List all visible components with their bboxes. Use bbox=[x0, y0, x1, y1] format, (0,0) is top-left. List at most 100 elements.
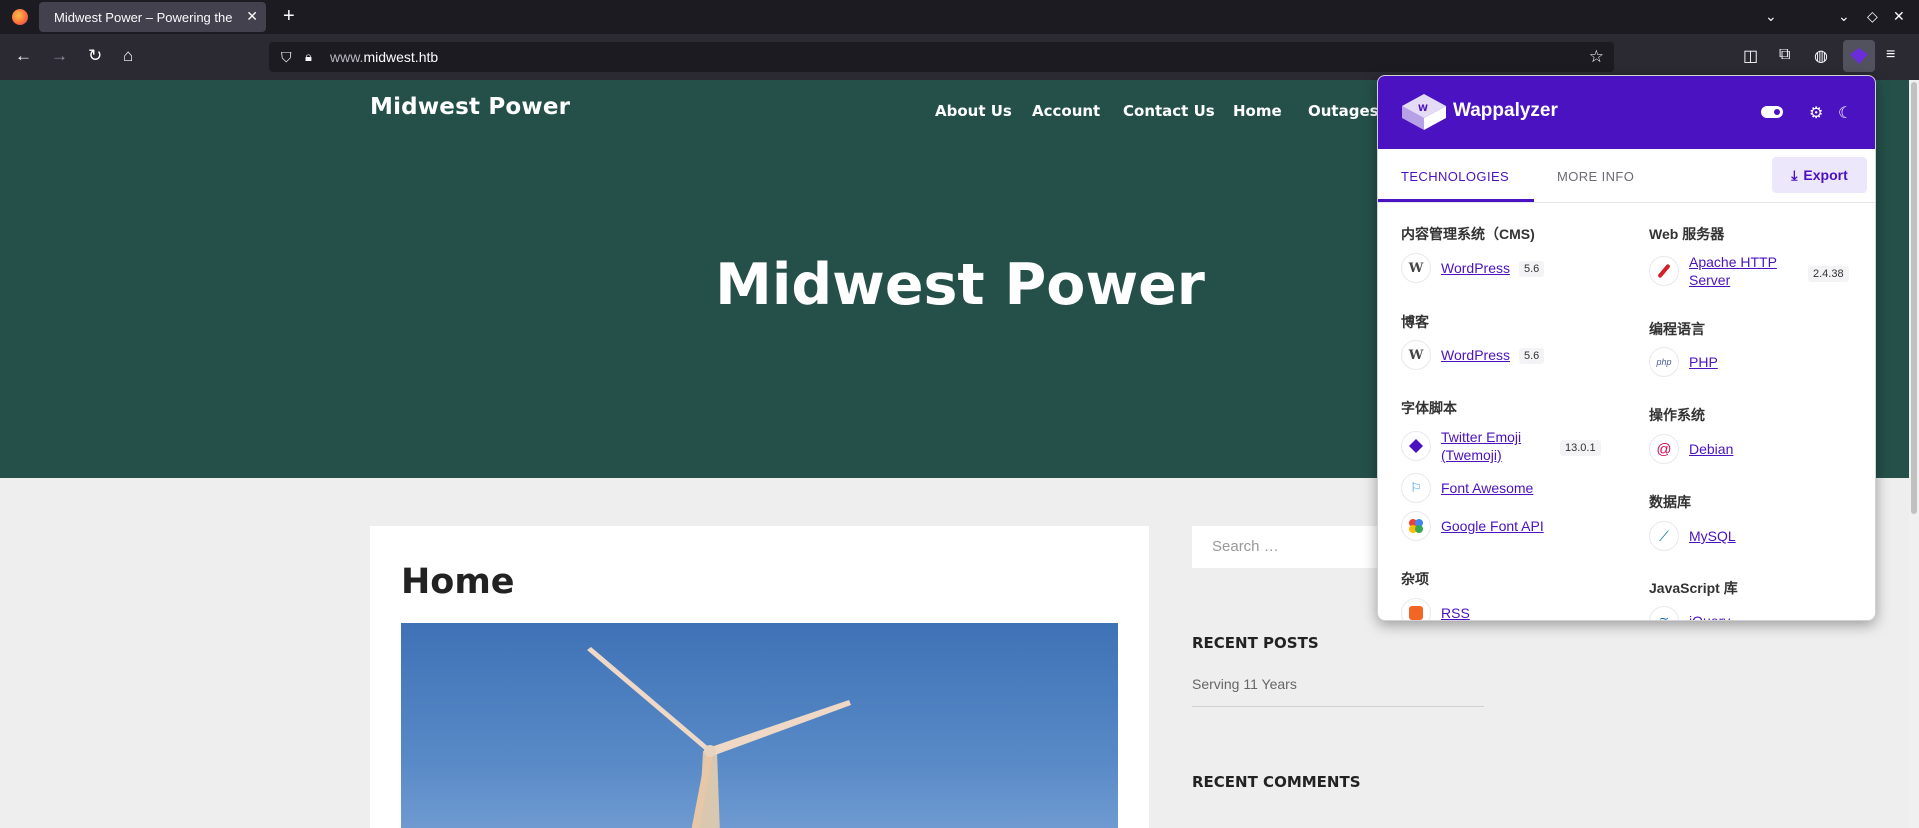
scrollbar-thumb[interactable] bbox=[1911, 82, 1917, 514]
tech-item[interactable]: ⟋ MySQL bbox=[1649, 521, 1736, 551]
tech-name[interactable]: WordPress bbox=[1441, 259, 1510, 277]
tech-item[interactable]: ≋ jQuery bbox=[1649, 606, 1730, 620]
url-text[interactable]: www.midwest.htb bbox=[330, 49, 438, 65]
tab-more-info[interactable]: MORE INFO bbox=[1557, 169, 1634, 184]
tech-item[interactable]: php PHP bbox=[1649, 347, 1718, 377]
tech-name[interactable]: Font Awesome bbox=[1441, 479, 1533, 497]
tech-item[interactable]: Twitter Emoji (Twemoji) bbox=[1401, 428, 1521, 464]
apache-icon bbox=[1649, 256, 1679, 286]
tech-name[interactable]: Debian bbox=[1689, 440, 1733, 458]
wappalyzer-title: Wappalyzer bbox=[1453, 100, 1558, 121]
tab-title: Midwest Power – Powering the bbox=[54, 9, 233, 25]
download-icon: ⤓ bbox=[1791, 166, 1798, 183]
tech-item[interactable]: ⚐ Font Awesome bbox=[1401, 473, 1533, 503]
pocket-icon[interactable]: ◫ bbox=[1743, 46, 1758, 66]
bookmark-star-icon[interactable]: ☆ bbox=[1589, 47, 1604, 67]
wappalyzer-tabs: TECHNOLOGIES MORE INFO ⤓ Export bbox=[1378, 149, 1875, 203]
twemoji-icon bbox=[1401, 431, 1431, 461]
browser-tab-active[interactable]: Midwest Power – Powering the ✕ bbox=[39, 2, 266, 32]
version-badge: 13.0.1 bbox=[1560, 440, 1601, 456]
tech-item[interactable]: Apache HTTP Server bbox=[1649, 253, 1777, 289]
version-badge: 5.6 bbox=[1519, 348, 1545, 364]
wappalyzer-popup: W Wappalyzer ⚙ ☾ TECHNOLOGIES MORE INFO … bbox=[1377, 75, 1876, 621]
wordpress-icon: W bbox=[1401, 253, 1431, 283]
page-scrollbar[interactable] bbox=[1909, 80, 1919, 828]
debian-icon: @ bbox=[1649, 434, 1679, 464]
category-font-scripts: 字体脚本 bbox=[1401, 400, 1457, 416]
category-programming-language: 编程语言 bbox=[1649, 321, 1705, 337]
cookie-extension-icon[interactable]: ◍ bbox=[1814, 46, 1828, 66]
recent-posts-heading: RECENT POSTS bbox=[1192, 634, 1319, 652]
tab-technologies[interactable]: TECHNOLOGIES bbox=[1401, 169, 1509, 184]
category-javascript-library: JavaScript 库 bbox=[1649, 580, 1738, 596]
tech-item[interactable]: RSS bbox=[1401, 598, 1470, 620]
recent-post-link[interactable]: Serving 11 Years bbox=[1192, 676, 1297, 692]
menu-item-home[interactable]: Home bbox=[1233, 102, 1282, 120]
wordpress-icon: W bbox=[1401, 340, 1431, 370]
new-tab-icon[interactable]: + bbox=[283, 6, 295, 26]
tracking-shield-icon[interactable]: ⛉ bbox=[281, 49, 292, 66]
close-window-icon[interactable]: ✕ bbox=[1893, 8, 1905, 25]
back-arrow-icon[interactable]: ← bbox=[15, 47, 32, 65]
nav-toolbar: ← → ↻ ⌂ ⛉ 🔒︎ www.midwest.htb ☆ ◫ ⧉ ◍ ≡ bbox=[0, 34, 1919, 80]
rss-icon bbox=[1401, 598, 1431, 620]
wappalyzer-icon bbox=[1850, 48, 1868, 64]
tech-item[interactable]: W WordPress bbox=[1401, 340, 1510, 370]
wind-turbine-graphic bbox=[587, 647, 851, 828]
home-icon[interactable]: ⌂ bbox=[123, 47, 133, 65]
menu-item-outages[interactable]: Outages bbox=[1308, 102, 1379, 120]
tech-name[interactable]: Twitter Emoji (Twemoji) bbox=[1441, 428, 1521, 464]
lock-icon[interactable]: 🔒︎ bbox=[305, 49, 312, 65]
hamburger-menu-icon[interactable]: ≡ bbox=[1886, 46, 1895, 64]
tab-bar: Midwest Power – Powering the ✕ + ⌄ ⌄ ◇ ✕ bbox=[0, 0, 1919, 34]
restore-icon[interactable]: ◇ bbox=[1867, 8, 1878, 25]
export-label: Export bbox=[1803, 167, 1848, 183]
search-placeholder: Search … bbox=[1212, 538, 1279, 555]
php-icon: php bbox=[1649, 347, 1679, 377]
minimize-chevron-icon[interactable]: ⌄ bbox=[1838, 8, 1850, 25]
page-title: Home bbox=[401, 562, 515, 602]
category-database: 数据库 bbox=[1649, 494, 1691, 510]
version-badge: 2.4.38 bbox=[1808, 266, 1849, 282]
mysql-icon: ⟋ bbox=[1649, 521, 1679, 551]
firefox-icon[interactable] bbox=[12, 9, 28, 25]
version-badge: 5.6 bbox=[1519, 261, 1545, 277]
menu-item-account[interactable]: Account bbox=[1032, 102, 1100, 120]
active-tab-indicator bbox=[1378, 199, 1534, 202]
extensions-puzzle-icon[interactable]: ⧉ bbox=[1779, 46, 1790, 64]
settings-gear-icon[interactable]: ⚙ bbox=[1809, 103, 1823, 123]
tech-name[interactable]: WordPress bbox=[1441, 346, 1510, 364]
category-web-server: Web 服务器 bbox=[1649, 226, 1725, 242]
tech-name[interactable]: MySQL bbox=[1689, 527, 1736, 545]
tab-close-icon[interactable]: ✕ bbox=[246, 8, 258, 25]
tech-item[interactable]: W WordPress bbox=[1401, 253, 1510, 283]
category-cms: 内容管理系统（CMS) bbox=[1401, 226, 1535, 242]
tech-item[interactable]: @ Debian bbox=[1649, 434, 1733, 464]
divider bbox=[1192, 706, 1484, 707]
tech-name[interactable]: Google Font API bbox=[1441, 517, 1544, 535]
toggle-icon[interactable] bbox=[1761, 106, 1783, 118]
tech-item[interactable]: Google Font API bbox=[1401, 511, 1544, 541]
menu-item-contact[interactable]: Contact Us bbox=[1123, 102, 1215, 120]
reload-icon[interactable]: ↻ bbox=[88, 47, 102, 65]
tab-list-chevron-icon[interactable]: ⌄ bbox=[1765, 8, 1777, 25]
category-misc: 杂项 bbox=[1401, 571, 1429, 587]
dark-mode-moon-icon[interactable]: ☾ bbox=[1838, 103, 1852, 123]
category-operating-system: 操作系统 bbox=[1649, 407, 1705, 423]
export-button[interactable]: ⤓ Export bbox=[1772, 157, 1867, 193]
url-bar[interactable]: ⛉ 🔒︎ www.midwest.htb ☆ bbox=[269, 42, 1614, 72]
wind-turbine-image bbox=[401, 623, 1118, 828]
site-title[interactable]: Midwest Power bbox=[370, 94, 570, 120]
tech-name[interactable]: Apache HTTP Server bbox=[1689, 253, 1777, 289]
forward-arrow-icon[interactable]: → bbox=[51, 47, 68, 65]
svg-text:W: W bbox=[1418, 104, 1428, 114]
category-blog: 博客 bbox=[1401, 314, 1429, 330]
tech-name[interactable]: RSS bbox=[1441, 604, 1470, 620]
tech-name[interactable]: PHP bbox=[1689, 353, 1718, 371]
tech-name[interactable]: jQuery bbox=[1689, 612, 1730, 620]
menu-item-about[interactable]: About Us bbox=[935, 102, 1012, 120]
font-awesome-icon: ⚐ bbox=[1401, 473, 1431, 503]
main-article-card: Home bbox=[370, 526, 1149, 828]
wappalyzer-extension-button[interactable] bbox=[1843, 40, 1875, 72]
google-font-icon bbox=[1401, 511, 1431, 541]
